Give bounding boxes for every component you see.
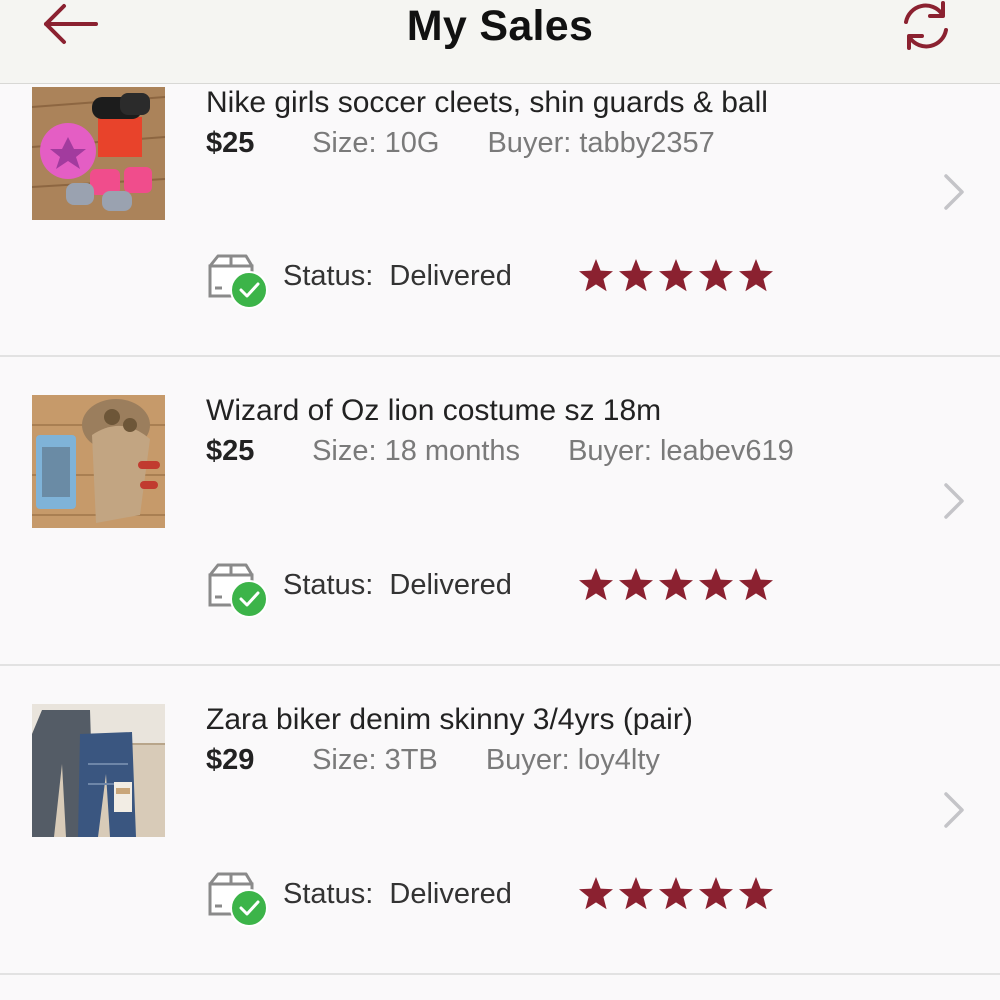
status-text: Status: Delivered xyxy=(283,878,512,911)
sales-list: Nike girls soccer cleets, shin guards & … xyxy=(0,84,1000,975)
star-icon xyxy=(699,877,733,910)
status-value: Delivered xyxy=(389,569,512,601)
chevron-right-icon[interactable] xyxy=(938,788,970,832)
rating-stars xyxy=(578,876,778,916)
item-size: Size: 3TB xyxy=(312,744,438,776)
status-text: Status: Delivered xyxy=(283,569,512,602)
star-icon xyxy=(699,568,733,601)
rating-stars xyxy=(578,567,778,607)
status-value: Delivered xyxy=(389,878,512,910)
package-delivered-icon xyxy=(206,250,270,310)
item-meta: $29 Size: 3TB Buyer: loy4lty xyxy=(206,742,906,778)
sale-details: Nike girls soccer cleets, shin guards & … xyxy=(206,84,906,161)
star-icon xyxy=(579,568,613,601)
chevron-right-icon[interactable] xyxy=(938,479,970,523)
rating-stars xyxy=(578,258,778,298)
item-title: Nike girls soccer cleets, shin guards & … xyxy=(206,86,768,119)
star-icon xyxy=(619,877,653,910)
item-price: $29 xyxy=(206,744,255,776)
item-price: $25 xyxy=(206,435,255,467)
sale-details: Wizard of Oz lion costume sz 18m $25 Siz… xyxy=(206,392,906,469)
status-label: Status: xyxy=(283,569,374,601)
star-icon xyxy=(619,568,653,601)
item-buyer: Buyer: loy4lty xyxy=(485,744,660,776)
chevron-right-icon[interactable] xyxy=(938,170,970,214)
sale-row[interactable]: Nike girls soccer cleets, shin guards & … xyxy=(0,84,1000,357)
status-label: Status: xyxy=(283,260,374,292)
refresh-button[interactable] xyxy=(890,0,962,60)
item-title: Wizard of Oz lion costume sz 18m xyxy=(206,394,662,427)
star-icon xyxy=(579,877,613,910)
star-icon xyxy=(619,259,653,292)
star-icon xyxy=(579,259,613,292)
status-line: Status: Delivered xyxy=(206,250,806,310)
refresh-icon xyxy=(904,1,948,50)
item-size: Size: 10G xyxy=(312,127,440,159)
item-price: $25 xyxy=(206,127,255,159)
package-delivered-icon xyxy=(206,868,270,928)
package-delivered-icon xyxy=(206,559,270,619)
status-label: Status: xyxy=(283,878,374,910)
app-header: My Sales xyxy=(0,0,1000,84)
sale-details: Zara biker denim skinny 3/4yrs (pair) $2… xyxy=(206,701,906,778)
page-title: My Sales xyxy=(406,2,594,50)
sale-row[interactable]: Zara biker denim skinny 3/4yrs (pair) $2… xyxy=(0,666,1000,975)
status-value: Delivered xyxy=(389,260,512,292)
item-buyer: Buyer: tabby2357 xyxy=(487,127,715,159)
item-meta: $25 Size: 18 months Buyer: leabev619 xyxy=(206,433,906,469)
star-icon xyxy=(739,877,773,910)
item-photo xyxy=(32,87,165,220)
item-photo xyxy=(32,704,165,837)
item-meta: $25 Size: 10G Buyer: tabby2357 xyxy=(206,125,906,161)
status-text: Status: Delivered xyxy=(283,260,512,293)
star-icon xyxy=(659,568,693,601)
status-line: Status: Delivered xyxy=(206,559,806,619)
item-buyer: Buyer: leabev619 xyxy=(568,435,794,467)
star-icon xyxy=(739,568,773,601)
item-size: Size: 18 months xyxy=(312,435,521,467)
item-photo xyxy=(32,395,165,528)
star-icon xyxy=(739,259,773,292)
star-icon xyxy=(659,259,693,292)
star-icon xyxy=(699,259,733,292)
back-button[interactable] xyxy=(30,0,110,60)
back-arrow-icon xyxy=(44,4,98,44)
star-icon xyxy=(659,877,693,910)
sale-row[interactable]: Wizard of Oz lion costume sz 18m $25 Siz… xyxy=(0,357,1000,666)
item-title: Zara biker denim skinny 3/4yrs (pair) xyxy=(206,703,693,736)
status-line: Status: Delivered xyxy=(206,868,806,928)
